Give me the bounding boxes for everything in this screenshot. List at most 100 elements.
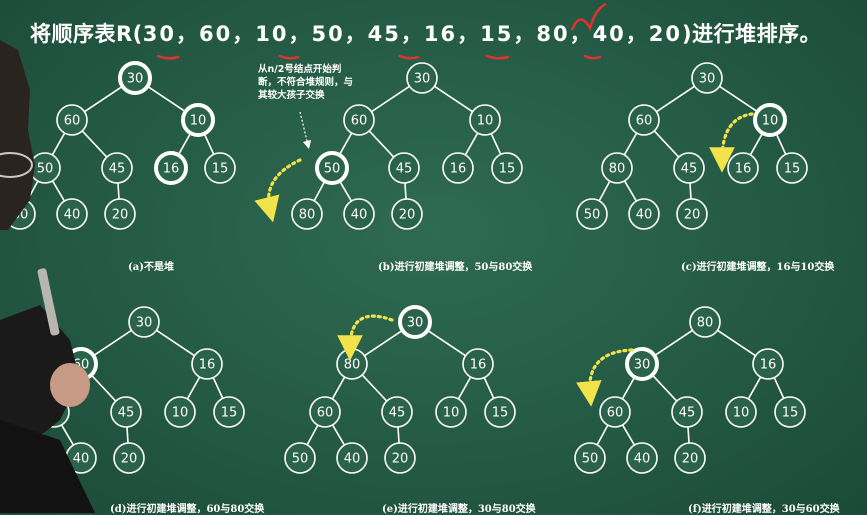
red-scribble bbox=[570, 2, 607, 32]
tree-node: 10 bbox=[181, 103, 215, 137]
tree-node: 80 bbox=[601, 152, 633, 184]
node-value: 20 bbox=[399, 208, 416, 223]
tree-edge bbox=[427, 329, 466, 357]
tree-node: 16 bbox=[442, 152, 474, 184]
tree-node: 45 bbox=[110, 396, 142, 428]
red-underline bbox=[278, 54, 300, 60]
tree-node: 16 bbox=[154, 151, 188, 185]
heap-tree-b: 30 60 10 50 45 16 15 80 40 20 bbox=[291, 62, 523, 230]
tree-edge bbox=[656, 85, 695, 113]
node-value: 50 bbox=[324, 162, 341, 177]
tree-edge bbox=[687, 426, 690, 444]
node-value: 45 bbox=[681, 162, 698, 177]
tree-edge bbox=[457, 376, 472, 400]
node-value: 30 bbox=[414, 72, 431, 87]
node-value: 30 bbox=[407, 316, 424, 331]
tree-node: 16 bbox=[191, 348, 223, 380]
tree-edge bbox=[653, 130, 680, 158]
heap-tree-c: 30 60 10 80 45 16 15 50 40 20 bbox=[576, 62, 808, 230]
tree-node: 10 bbox=[435, 396, 467, 428]
tree-node: 15 bbox=[774, 396, 806, 428]
node-value: 45 bbox=[118, 406, 135, 421]
node-value: 16 bbox=[199, 358, 216, 373]
tree-node: 20 bbox=[391, 198, 423, 230]
tree-edge bbox=[773, 377, 785, 399]
tree-edge bbox=[689, 182, 692, 200]
caption-a: (a)不是堆 bbox=[128, 262, 174, 273]
tree-edge bbox=[464, 132, 479, 156]
node-value: 45 bbox=[109, 162, 126, 177]
node-value: 20 bbox=[121, 452, 138, 467]
tree-node: 60 bbox=[343, 104, 375, 136]
node-value: 15 bbox=[492, 406, 509, 421]
node-value: 80 bbox=[299, 208, 316, 223]
tree-node: 45 bbox=[388, 152, 420, 184]
node-value: 16 bbox=[760, 358, 777, 373]
tree-edge bbox=[596, 424, 609, 446]
tree-node: 40 bbox=[626, 442, 658, 474]
tree-node: 30 bbox=[625, 347, 659, 381]
tree-node: 16 bbox=[727, 152, 759, 184]
tree-node: 15 bbox=[484, 396, 516, 428]
tree-node: 50 bbox=[576, 198, 608, 230]
node-value: 50 bbox=[584, 208, 601, 223]
node-value: 80 bbox=[344, 358, 361, 373]
tree-edge bbox=[147, 85, 186, 113]
red-underline bbox=[398, 54, 420, 60]
node-value: 20 bbox=[392, 452, 409, 467]
tree-node: 40 bbox=[628, 198, 660, 230]
node-value: 10 bbox=[190, 114, 207, 129]
tree-node: 30 bbox=[128, 306, 160, 338]
tree-node: 45 bbox=[673, 152, 705, 184]
node-value: 20 bbox=[684, 208, 701, 223]
tree-node: 15 bbox=[491, 152, 523, 184]
tree-node: 80 bbox=[291, 198, 323, 230]
tree-edge bbox=[775, 133, 787, 155]
node-value: 40 bbox=[344, 452, 361, 467]
node-value: 10 bbox=[443, 406, 460, 421]
tree-edge bbox=[434, 85, 473, 113]
tree-node: 15 bbox=[213, 396, 245, 428]
tree-node: 50 bbox=[574, 442, 606, 474]
node-value: 40 bbox=[634, 452, 651, 467]
tree-edge bbox=[117, 182, 120, 200]
tree-edge bbox=[483, 377, 495, 399]
tree-node: 45 bbox=[671, 396, 703, 428]
tree-edge bbox=[717, 329, 756, 357]
tree-node: 60 bbox=[309, 396, 341, 428]
tree-node: 30 bbox=[406, 62, 438, 94]
tree-edge bbox=[331, 424, 346, 446]
node-value: 20 bbox=[682, 452, 699, 467]
tree-edge bbox=[313, 180, 326, 202]
heap-tree-e: 30 80 16 60 45 10 15 50 40 20 bbox=[284, 305, 516, 474]
node-value: 45 bbox=[396, 162, 413, 177]
node-value: 30 bbox=[136, 316, 153, 331]
node-value: 10 bbox=[762, 114, 779, 129]
tree-edge bbox=[306, 424, 319, 446]
tree-edge bbox=[126, 426, 129, 444]
tree-node: 50 bbox=[315, 151, 349, 185]
node-value: 40 bbox=[351, 208, 368, 223]
heap-tree-f: 80 30 16 60 45 10 15 50 40 20 bbox=[574, 306, 806, 474]
node-value: 16 bbox=[735, 162, 752, 177]
node-value: 60 bbox=[636, 114, 653, 129]
tree-node: 80 bbox=[689, 306, 721, 338]
tree-node: 15 bbox=[204, 152, 236, 184]
caption-c: (c)进行初建堆调整，16与10交换 bbox=[681, 262, 835, 273]
tree-node: 15 bbox=[776, 152, 808, 184]
tree-edge bbox=[397, 426, 400, 444]
node-value: 10 bbox=[477, 114, 494, 129]
tree-node: 80 bbox=[336, 348, 368, 380]
tree-edge bbox=[623, 132, 638, 156]
node-value: 60 bbox=[351, 114, 368, 129]
tree-edge bbox=[203, 133, 215, 155]
tree-edge bbox=[404, 182, 407, 200]
tree-node: 10 bbox=[164, 396, 196, 428]
node-value: 30 bbox=[634, 358, 651, 373]
node-value: 50 bbox=[292, 452, 309, 467]
tree-node: 30 bbox=[691, 62, 723, 94]
caption-b: (b)进行初建堆调整，50与80交换 bbox=[378, 262, 533, 273]
node-value: 80 bbox=[697, 316, 714, 331]
tree-node: 10 bbox=[469, 104, 501, 136]
tree-node: 20 bbox=[104, 198, 136, 230]
